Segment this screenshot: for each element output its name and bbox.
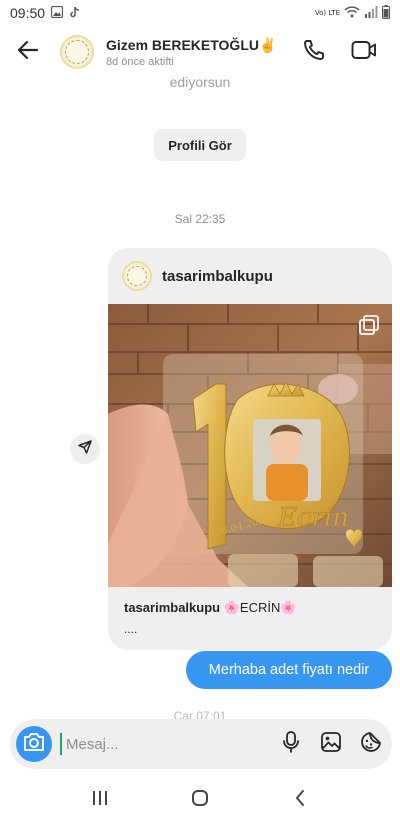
message-input[interactable] (60, 733, 272, 755)
contact-info[interactable]: Gizem BEREKETOĞLU✌️ 8d önce aktifti (106, 37, 276, 68)
contact-name: Gizem BEREKETOĞLU✌️ (106, 36, 277, 53)
sticker-button[interactable] (358, 731, 384, 757)
camera-button[interactable] (16, 726, 52, 762)
caption-more: .... (124, 622, 138, 636)
back-arrow-icon (16, 38, 40, 67)
back-button[interactable] (12, 36, 44, 68)
network-label: Vo) LTE (314, 8, 340, 17)
image-icon (50, 5, 64, 21)
microphone-icon (281, 730, 301, 759)
phone-icon (302, 38, 326, 67)
shared-post-image[interactable]: Ecrin 26.04.2021 (108, 304, 392, 587)
battery-icon (382, 4, 390, 22)
camera-icon (23, 732, 45, 757)
tiktok-icon (69, 5, 81, 21)
gallery-button[interactable] (318, 731, 344, 757)
shared-post-card[interactable]: tasarimbalkupu Ecrin 26.04.2021 tasarimb… (108, 248, 392, 650)
chat-header: Gizem BEREKETOĞLU✌️ 8d önce aktifti (0, 26, 400, 78)
video-camera-icon (351, 38, 377, 67)
signal-icon (364, 5, 378, 21)
status-bar: 09:50 Vo) LTE (0, 0, 400, 26)
recent-apps-button[interactable] (80, 780, 120, 820)
timestamp: Sal 22:35 (174, 212, 226, 226)
message-composer (10, 719, 392, 769)
share-post-button[interactable] (70, 434, 100, 464)
recent-apps-icon (90, 789, 110, 812)
voice-call-button[interactable] (300, 38, 328, 66)
sent-message-bubble[interactable]: Merhaba adet fiyatı nedir (186, 651, 392, 689)
caption-text: 🌸ECRİN🌸 (220, 600, 297, 615)
video-call-button[interactable] (350, 38, 378, 66)
shared-post-caption: tasarimbalkupu 🌸ECRİN🌸 (124, 600, 384, 616)
system-nav-bar (0, 778, 400, 822)
contact-status: 8d önce aktifti (106, 55, 174, 68)
image-name-text: Ecrin (277, 503, 349, 533)
sticker-icon (360, 731, 382, 758)
home-icon (190, 788, 210, 813)
home-button[interactable] (180, 780, 220, 820)
timestamp-partial: Çar 07:01 (173, 709, 227, 719)
contact-avatar[interactable] (60, 35, 94, 69)
voice-message-button[interactable] (278, 730, 304, 759)
shared-post-header: tasarimbalkupu (108, 248, 392, 304)
status-time: 09:50 (10, 5, 46, 21)
caption-username: tasarimbalkupu (124, 600, 221, 615)
nav-back-button[interactable] (280, 780, 320, 820)
view-profile-button[interactable]: Profili Gör (154, 129, 246, 161)
chevron-left-icon (293, 788, 307, 813)
gallery-icon (320, 731, 342, 758)
post-author-avatar (122, 261, 152, 291)
scrolled-message-text: ediyorsun (169, 74, 231, 90)
post-author-username: tasarimbalkupu (162, 267, 273, 285)
send-icon (77, 439, 93, 460)
wifi-icon (344, 5, 360, 21)
